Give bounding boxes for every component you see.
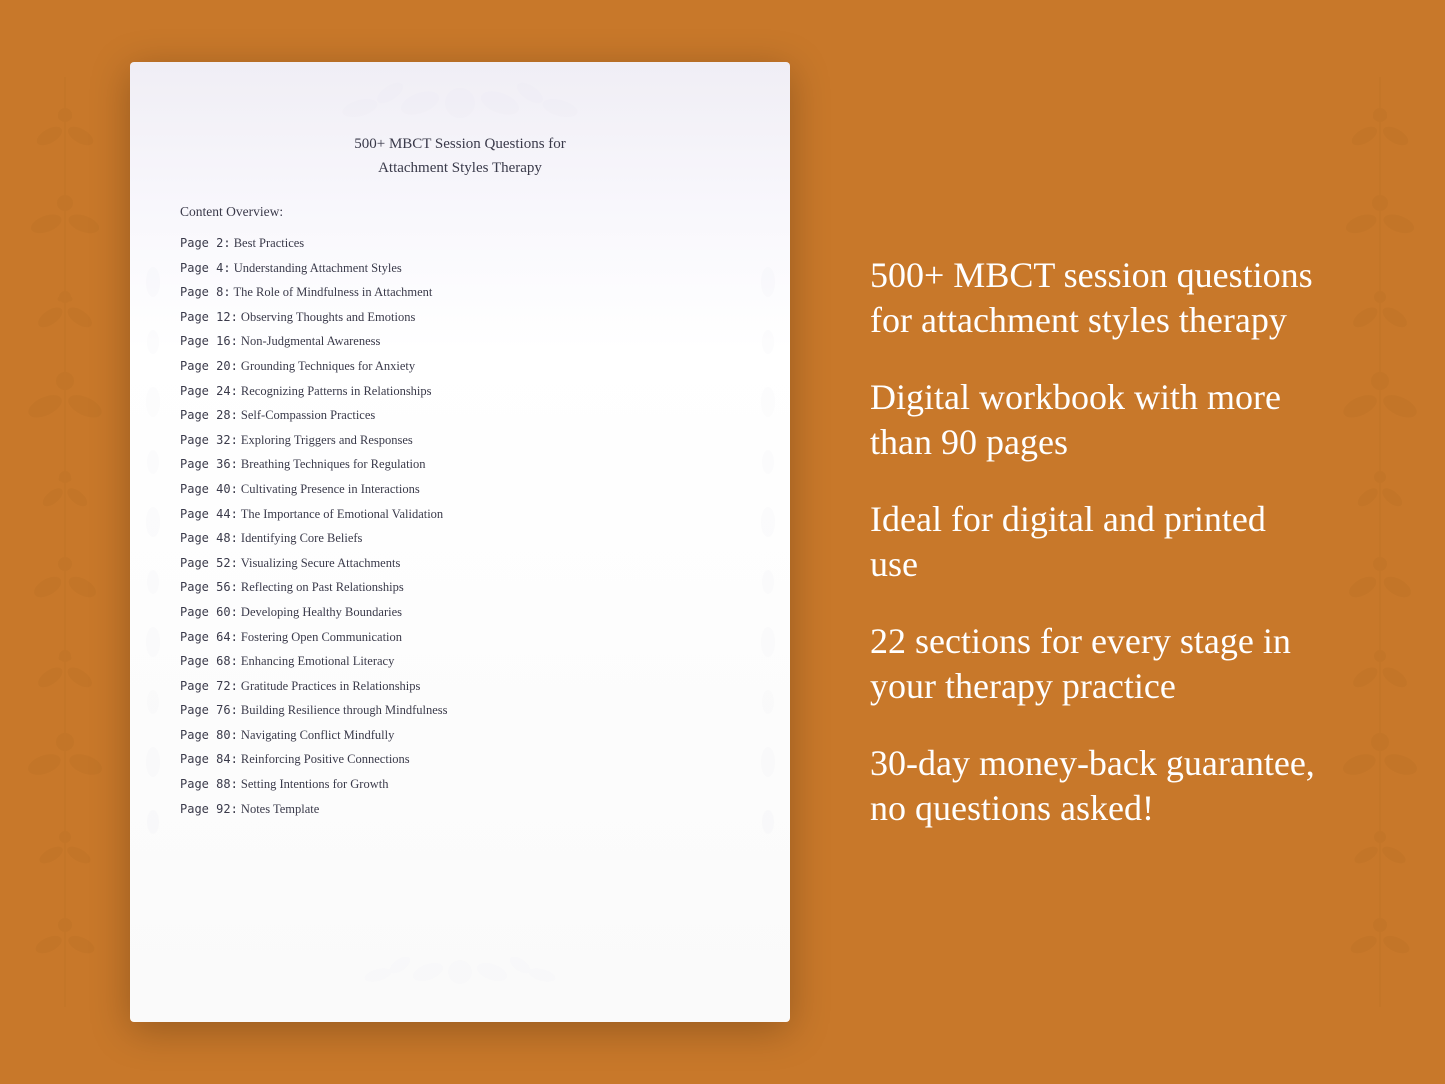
doc-side-deco-left — [142, 242, 163, 842]
toc-item: Page 84: Reinforcing Positive Connection… — [180, 748, 740, 771]
toc-item: Page 24: Recognizing Patterns in Relatio… — [180, 380, 740, 403]
toc-item: Page 92: Notes Template — [180, 798, 740, 821]
feature-text-0: 500+ MBCT session questions for attachme… — [870, 253, 1315, 343]
doc-side-deco-right — [757, 242, 778, 842]
toc-item: Page 8: The Role of Mindfulness in Attac… — [180, 281, 740, 304]
toc-item: Page 48: Identifying Core Beliefs — [180, 527, 740, 550]
table-of-contents: Page 2: Best PracticesPage 4: Understand… — [180, 232, 740, 820]
toc-item: Page 2: Best Practices — [180, 232, 740, 255]
toc-item: Page 28: Self-Compassion Practices — [180, 404, 740, 427]
toc-item: Page 72: Gratitude Practices in Relation… — [180, 675, 740, 698]
toc-item: Page 88: Setting Intentions for Growth — [180, 773, 740, 796]
toc-item: Page 4: Understanding Attachment Styles — [180, 257, 740, 280]
toc-item: Page 76: Building Resilience through Min… — [180, 699, 740, 722]
doc-decoration-top — [260, 62, 660, 153]
feature-text-4: 30-day money-back guarantee, no question… — [870, 741, 1315, 831]
toc-item: Page 64: Fostering Open Communication — [180, 626, 740, 649]
toc-item: Page 56: Reflecting on Past Relationship… — [180, 576, 740, 599]
feature-text-1: Digital workbook with more than 90 pages — [870, 375, 1315, 465]
toc-item: Page 44: The Importance of Emotional Val… — [180, 503, 740, 526]
toc-item: Page 36: Breathing Techniques for Regula… — [180, 453, 740, 476]
doc-decoration-bottom — [310, 943, 610, 1012]
feature-text-2: Ideal for digital and printed use — [870, 497, 1315, 587]
toc-item: Page 32: Exploring Triggers and Response… — [180, 429, 740, 452]
toc-item: Page 80: Navigating Conflict Mindfully — [180, 724, 740, 747]
right-panel: 500+ MBCT session questions for attachme… — [850, 253, 1315, 831]
feature-text-3: 22 sections for every stage in your ther… — [870, 619, 1315, 709]
toc-item: Page 60: Developing Healthy Boundaries — [180, 601, 740, 624]
toc-item: Page 40: Cultivating Presence in Interac… — [180, 478, 740, 501]
toc-item: Page 12: Observing Thoughts and Emotions — [180, 306, 740, 329]
toc-item: Page 20: Grounding Techniques for Anxiet… — [180, 355, 740, 378]
toc-item: Page 16: Non-Judgmental Awareness — [180, 330, 740, 353]
document-card: 500+ MBCT Session Questions for Attachme… — [130, 62, 790, 1022]
content-overview-label: Content Overview: — [180, 204, 740, 220]
main-container: 500+ MBCT Session Questions for Attachme… — [0, 0, 1445, 1084]
toc-item: Page 52: Visualizing Secure Attachments — [180, 552, 740, 575]
toc-item: Page 68: Enhancing Emotional Literacy — [180, 650, 740, 673]
